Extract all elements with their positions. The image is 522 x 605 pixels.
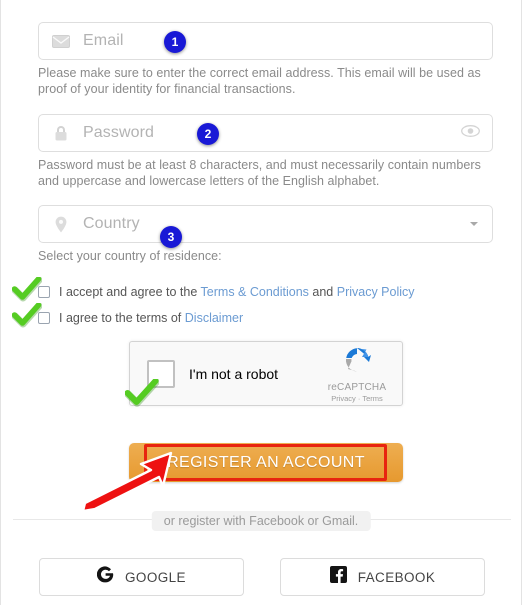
password-helper-text: Password must be at least 8 characters, …: [38, 158, 481, 188]
disclaimer-prefix: I agree to the terms of: [59, 311, 185, 325]
facebook-signup-button[interactable]: FACEBOOK: [280, 558, 485, 596]
recaptcha-separator: ·: [357, 393, 361, 403]
recaptcha-privacy-link[interactable]: Privacy: [331, 394, 356, 403]
recaptcha-brand-name: reCAPTCHA: [327, 381, 387, 393]
recaptcha-logo-icon: [342, 347, 372, 379]
password-input[interactable]: Password: [38, 114, 493, 152]
email-input[interactable]: Email: [38, 22, 493, 60]
terms-agreement-label: I accept and agree to the Terms & Condit…: [59, 285, 415, 299]
recaptcha-widget[interactable]: I'm not a robot reCAPTCHA Privacy · Term…: [129, 341, 403, 406]
eye-icon[interactable]: [461, 124, 480, 142]
google-signup-button[interactable]: GOOGLE: [39, 558, 244, 596]
recaptcha-label: I'm not a robot: [189, 365, 279, 382]
terms-agreement-row[interactable]: I accept and agree to the Terms & Condit…: [38, 285, 415, 299]
email-placeholder: Email: [83, 32, 124, 49]
step-badge-3: 3: [160, 226, 182, 248]
social-divider-text: or register with Facebook or Gmail.: [151, 511, 371, 531]
green-check-annotation-recaptcha: [124, 378, 160, 407]
country-field-group: Country Select your country of residence…: [38, 205, 493, 264]
disclaimer-agreement-row[interactable]: I agree to the terms of Disclaimer: [38, 311, 243, 325]
email-field-group: Email Please make sure to enter the corr…: [38, 22, 493, 97]
disclaimer-agreement-label: I agree to the terms of Disclaimer: [59, 311, 243, 325]
recaptcha-branding: reCAPTCHA Privacy · Terms: [318, 345, 396, 403]
password-field-group: Password Password must be at least 8 cha…: [38, 114, 493, 189]
registration-form-page: Email Please make sure to enter the corr…: [0, 0, 522, 605]
terms-prefix: I accept and agree to the: [59, 285, 201, 299]
lock-icon: [51, 123, 71, 143]
terms-middle: and: [308, 285, 337, 299]
google-icon: [96, 566, 114, 588]
google-signup-label: GOOGLE: [125, 569, 186, 585]
register-button-highlight-annotation: [144, 444, 387, 481]
green-check-annotation-disclaimer: [11, 302, 43, 331]
terms-conditions-link[interactable]: Terms & Conditions: [201, 285, 309, 299]
facebook-icon: [329, 566, 347, 588]
disclaimer-link[interactable]: Disclaimer: [185, 311, 243, 325]
recaptcha-legal-links: Privacy · Terms: [318, 394, 396, 403]
step-badge-2: 2: [197, 123, 219, 145]
country-helper-text: Select your country of residence:: [38, 249, 222, 263]
step-badge-1: 1: [164, 31, 186, 53]
chevron-down-icon[interactable]: [470, 222, 478, 226]
envelope-icon: [51, 31, 71, 51]
facebook-signup-label: FACEBOOK: [357, 569, 436, 585]
country-select[interactable]: Country: [38, 205, 493, 243]
green-check-annotation-terms: [11, 276, 43, 305]
recaptcha-terms-link[interactable]: Terms: [362, 394, 382, 403]
privacy-policy-link[interactable]: Privacy Policy: [337, 285, 415, 299]
red-arrow-annotation: [79, 451, 177, 518]
password-placeholder: Password: [83, 124, 155, 141]
country-placeholder: Country: [83, 215, 140, 232]
email-helper-text: Please make sure to enter the correct em…: [38, 66, 481, 96]
location-pin-icon: [51, 214, 71, 234]
